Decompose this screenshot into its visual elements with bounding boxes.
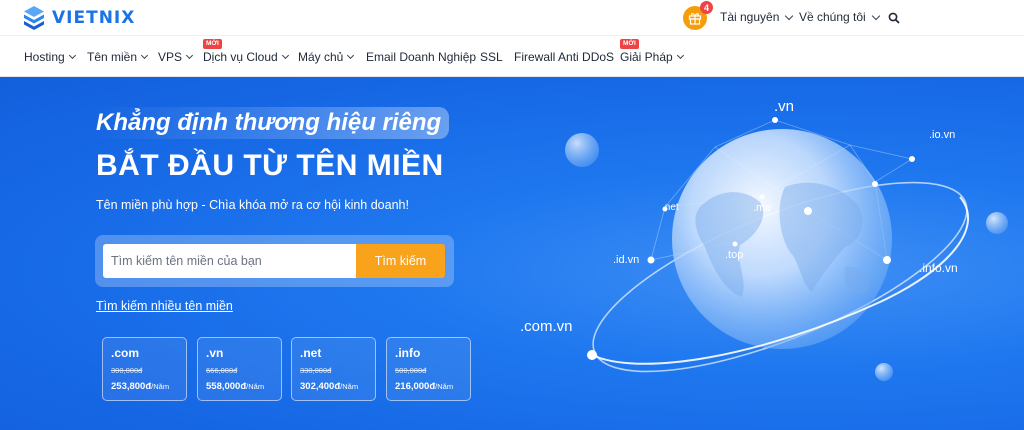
- nav-item-firewall[interactable]: Firewall Anti DDoS: [514, 50, 614, 64]
- price-unit: /Năm: [246, 382, 265, 391]
- domain-search-input[interactable]: [103, 244, 356, 278]
- price-ext: .net: [300, 346, 322, 360]
- nav-item-ssl[interactable]: SSL: [480, 50, 503, 64]
- nav-item-cloud[interactable]: Dịch vụ Cloud: [203, 50, 289, 64]
- domain-search-button[interactable]: Tìm kiếm: [356, 244, 445, 278]
- nav-item-label: Tên miền: [87, 50, 138, 64]
- domain-search-box: Tìm kiếm: [95, 235, 454, 287]
- logo-icon: [24, 6, 44, 30]
- new-badge: MỚI: [203, 39, 222, 49]
- price-new: 302,400đ/Năm: [300, 381, 358, 392]
- gift-button[interactable]: 4: [683, 1, 713, 30]
- domain-label: .id.vn: [613, 254, 640, 266]
- price-old: 300,000đ: [111, 366, 143, 375]
- chevron-down-icon: [68, 51, 76, 60]
- price-new: 216,000đ/Năm: [395, 381, 453, 392]
- nav-item-label: SSL: [480, 50, 503, 64]
- nav-item-hosting[interactable]: Hosting: [24, 50, 76, 64]
- price-unit: /Năm: [340, 382, 359, 391]
- chevron-down-icon: [785, 11, 794, 20]
- chevron-down-icon: [281, 51, 289, 60]
- price-old: 330,000đ: [300, 366, 332, 375]
- domain-label: .me: [753, 202, 772, 214]
- search-icon: [888, 12, 900, 24]
- price-new-value: 302,400đ: [300, 381, 341, 392]
- price-new: 558,000đ/Năm: [206, 381, 264, 392]
- domain-label: .com.vn: [520, 318, 573, 335]
- chevron-down-icon: [676, 51, 684, 60]
- hero-banner: .vn .io.vn .net .me .id.vn .top .info.vn…: [0, 77, 1024, 430]
- price-card-net[interactable]: .net 330,000đ 302,400đ/Năm: [291, 337, 376, 401]
- price-new: 253,800đ/Năm: [111, 381, 169, 392]
- gift-count-badge: 4: [700, 1, 713, 14]
- search-button[interactable]: [888, 11, 900, 29]
- nav-item-label: Dịch vụ Cloud: [203, 50, 278, 64]
- nav-item-vps[interactable]: VPS: [158, 50, 194, 64]
- price-old: 500,000đ: [395, 366, 427, 375]
- price-new-value: 216,000đ: [395, 381, 436, 392]
- hero-subtext: Tên miền phù hợp - Chìa khóa mở ra cơ hộ…: [96, 198, 409, 212]
- price-ext: .vn: [206, 346, 224, 360]
- nav-item-label: Hosting: [24, 50, 65, 64]
- price-ext: .com: [111, 346, 140, 360]
- price-unit: /Năm: [151, 382, 170, 391]
- new-badge: MỚI: [620, 39, 639, 49]
- hero-headline: BẮT ĐẦU TỪ TÊN MIỀN: [96, 149, 444, 182]
- brand-name: VIETNIX: [52, 8, 136, 28]
- price-old: 666,000đ: [206, 366, 238, 375]
- domain-label: .net: [662, 202, 679, 213]
- chevron-down-icon: [347, 51, 355, 60]
- gift-icon: [688, 13, 702, 25]
- nav-item-label: VPS: [158, 50, 183, 64]
- hero-tagline: Khẳng định thương hiệu riêng: [92, 107, 450, 139]
- domain-label: .vn: [774, 98, 795, 115]
- price-card-info[interactable]: .info 500,000đ 216,000đ/Năm: [386, 337, 471, 401]
- price-new-value: 253,800đ: [111, 381, 152, 392]
- nav-item-email[interactable]: Email Doanh Nghiệp: [366, 50, 476, 64]
- chevron-down-icon: [871, 11, 880, 20]
- nav-item-label: Giải Pháp: [620, 50, 673, 64]
- multi-domain-search-link[interactable]: Tìm kiếm nhiều tên miền: [96, 299, 233, 313]
- price-new-value: 558,000đ: [206, 381, 247, 392]
- resources-menu[interactable]: Tài nguyên: [720, 10, 794, 24]
- nav-item-label: Firewall Anti DDoS: [514, 50, 615, 64]
- nav-item-label: Máy chủ: [298, 50, 344, 64]
- nav-item-label: Email Doanh Nghiệp: [366, 50, 477, 64]
- resources-label: Tài nguyên: [720, 10, 780, 24]
- about-menu[interactable]: Về chúng tôi: [799, 10, 880, 24]
- domain-label: .top: [725, 249, 744, 261]
- nav-item-server[interactable]: Máy chủ: [298, 50, 355, 64]
- chevron-down-icon: [140, 51, 149, 60]
- price-ext: .info: [395, 346, 421, 360]
- price-card-vn[interactable]: .vn 666,000đ 558,000đ/Năm: [197, 337, 282, 401]
- domain-label: .io.vn: [929, 129, 956, 141]
- domain-label: .info.vn: [919, 261, 958, 275]
- about-label: Về chúng tôi: [799, 10, 866, 24]
- price-card-com[interactable]: .com 300,000đ 253,800đ/Năm: [102, 337, 187, 401]
- price-unit: /Năm: [435, 382, 454, 391]
- chevron-down-icon: [185, 51, 194, 60]
- logo[interactable]: VIETNIX: [22, 5, 135, 31]
- nav-item-solutions[interactable]: Giải Pháp: [620, 50, 684, 64]
- top-bar: VIETNIX 4 Tài nguyên Về chúng tôi: [0, 0, 1024, 36]
- nav-item-domain[interactable]: Tên miền: [87, 50, 149, 64]
- main-nav: Hosting Tên miền VPS MỚI Dịch vụ Cloud M…: [0, 36, 1024, 77]
